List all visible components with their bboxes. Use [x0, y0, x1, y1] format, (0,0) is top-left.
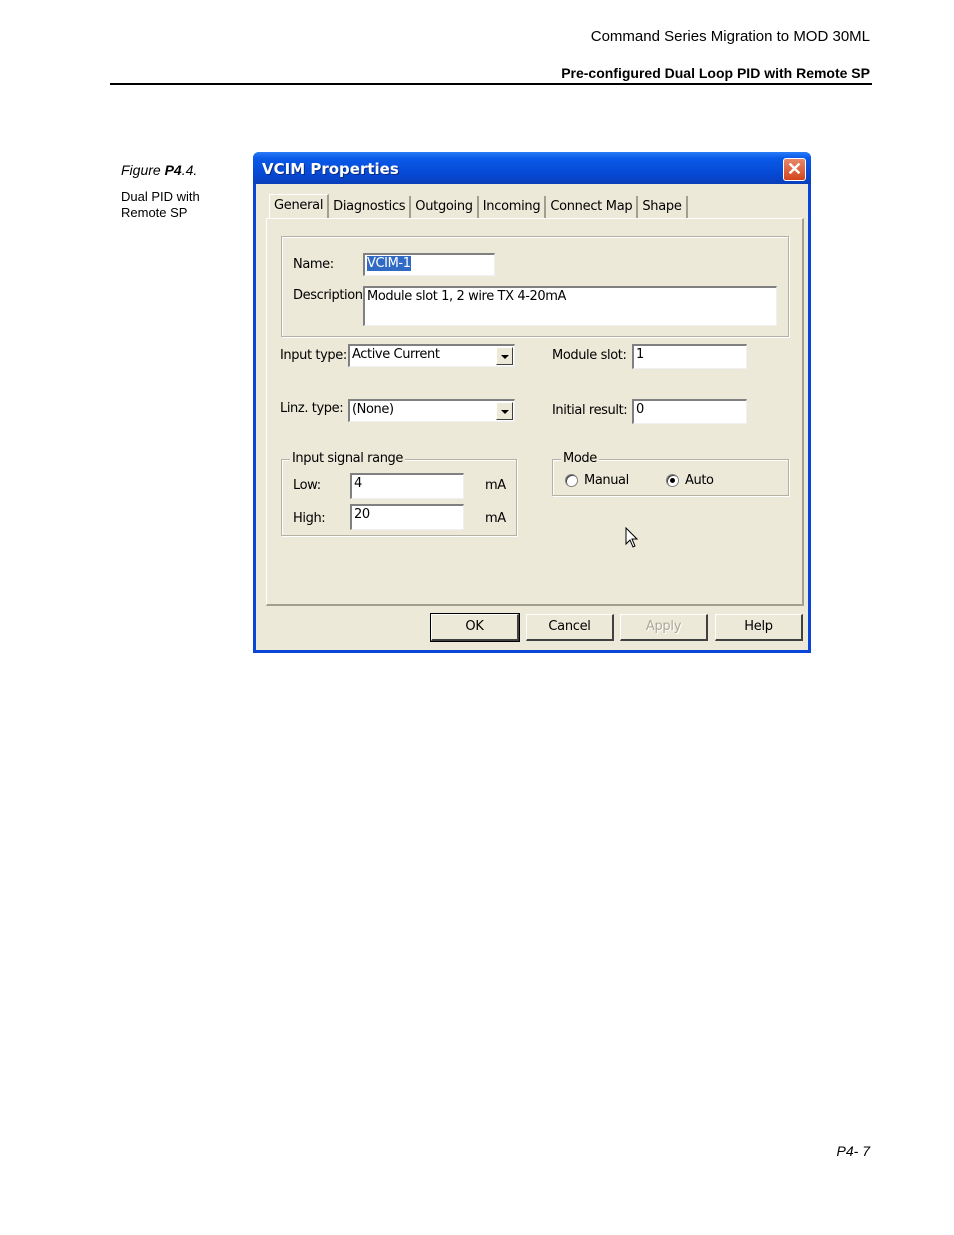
low-input[interactable]: 4 [350, 473, 464, 499]
high-unit: mA [485, 511, 506, 526]
linz-type-select[interactable]: (None) [348, 399, 515, 422]
auto-radio-label[interactable]: Auto [685, 473, 714, 488]
mode-title: Mode [561, 451, 599, 466]
manual-radio[interactable] [565, 474, 578, 487]
identity-group: Name: VCIM-1 Description: Module slot 1,… [281, 236, 789, 337]
initial-result-label: Initial result: [552, 403, 628, 418]
chevron-down-icon[interactable] [496, 347, 513, 365]
help-button[interactable]: Help [715, 614, 803, 641]
tab-strip: General Diagnostics Outgoing Incoming Co… [269, 194, 688, 218]
document-header-title: Command Series Migration to MOD 30ML [590, 28, 870, 45]
tab-shape[interactable]: Shape [638, 196, 688, 218]
dialog-title: VCIM Properties [262, 160, 399, 178]
general-tab-page: Name: VCIM-1 Description: Module slot 1,… [266, 218, 804, 606]
input-type-select[interactable]: Active Current [348, 344, 515, 367]
input-type-value: Active Current [352, 347, 440, 362]
figure-caption-prefix: Figure [121, 162, 165, 178]
figure-caption-suffix: .4. [181, 162, 198, 178]
input-type-label: Input type: [280, 348, 347, 363]
header-rule [110, 83, 872, 85]
high-input[interactable]: 20 [350, 504, 464, 530]
name-input[interactable]: VCIM-1 [363, 253, 495, 276]
cancel-button[interactable]: Cancel [526, 614, 614, 641]
description-label: Description: [293, 288, 367, 303]
linz-type-label: Linz. type: [280, 401, 344, 416]
document-section-title: Pre-configured Dual Loop PID with Remote… [561, 65, 870, 81]
input-signal-range-title: Input signal range [290, 451, 405, 466]
ok-button[interactable]: OK [430, 613, 520, 642]
low-label: Low: [293, 478, 321, 493]
manual-radio-label[interactable]: Manual [584, 473, 629, 488]
tab-outgoing[interactable]: Outgoing [411, 196, 479, 218]
figure-description: Dual PID with Remote SP [121, 189, 200, 220]
auto-radio[interactable] [666, 474, 679, 487]
close-icon: ✕ [786, 159, 803, 179]
input-signal-range-group: Input signal range Low: 4 mA High: 20 mA [281, 451, 517, 536]
tab-connect-map[interactable]: Connect Map [546, 196, 639, 218]
tab-general[interactable]: General [269, 194, 330, 218]
mouse-pointer-icon [625, 526, 639, 554]
low-unit: mA [485, 478, 506, 493]
mode-group: Mode Manual Auto [552, 451, 789, 496]
tab-incoming[interactable]: Incoming [479, 196, 547, 218]
module-slot-label: Module slot: [552, 348, 627, 363]
apply-button[interactable]: Apply [620, 614, 708, 641]
vcim-properties-dialog: VCIM Properties ✕ General Diagnostics Ou… [253, 152, 811, 653]
page-number: P4- 7 [836, 1143, 870, 1159]
figure-caption-number: P4 [164, 162, 182, 178]
name-label: Name: [293, 257, 334, 272]
name-value: VCIM-1 [367, 256, 411, 271]
description-input[interactable]: Module slot 1, 2 wire TX 4-20mA [363, 286, 777, 326]
initial-result-input[interactable]: 0 [632, 399, 747, 424]
close-button[interactable]: ✕ [783, 158, 806, 181]
tab-diagnostics[interactable]: Diagnostics [329, 196, 412, 218]
module-slot-input[interactable]: 1 [632, 344, 747, 369]
chevron-down-icon[interactable] [496, 402, 513, 420]
dialog-titlebar[interactable]: VCIM Properties ✕ [253, 152, 811, 184]
linz-type-value: (None) [352, 402, 394, 417]
high-label: High: [293, 511, 326, 526]
figure-caption: Figure P4.4. [121, 162, 197, 178]
